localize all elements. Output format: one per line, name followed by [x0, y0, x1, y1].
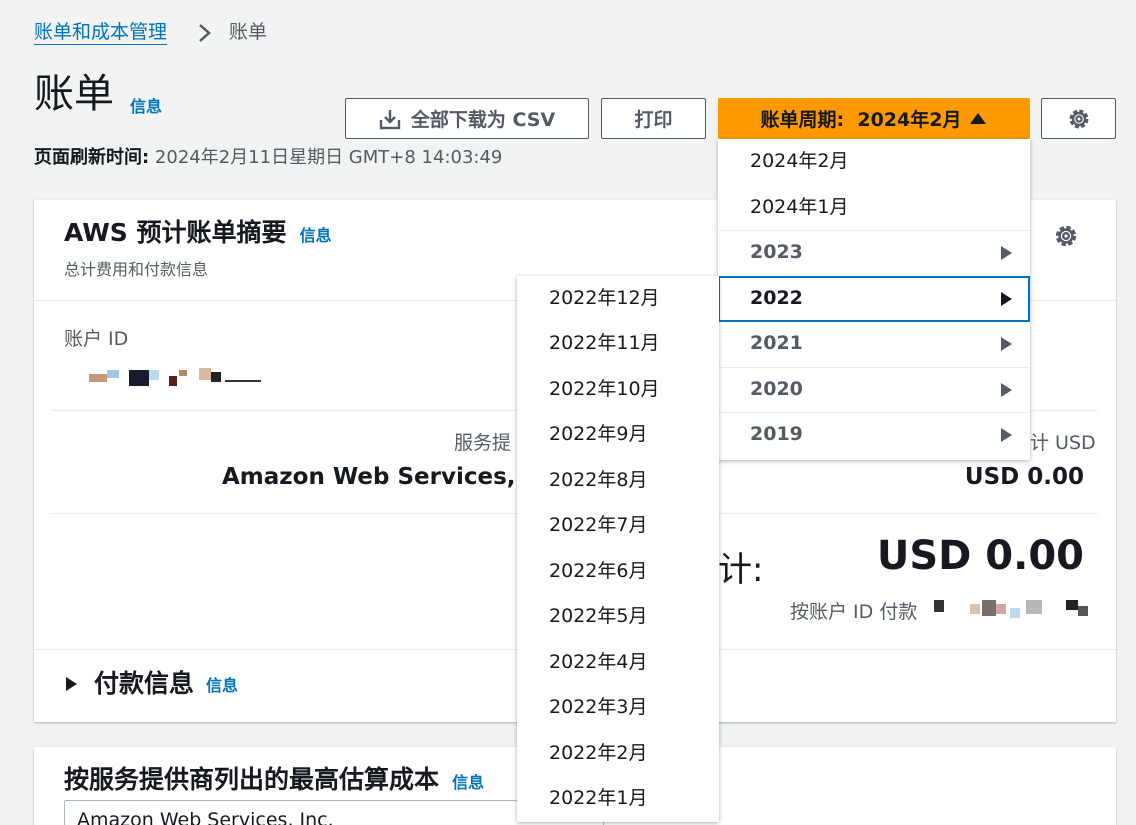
account-id-redacted [89, 368, 269, 390]
submenu-arrow-icon [1001, 428, 1012, 442]
menu-item-month[interactable]: 2024年1月 [718, 194, 1030, 220]
payment-info-title: 付款信息 [94, 669, 195, 698]
caret-up-icon [970, 112, 987, 124]
caret-right-icon [66, 677, 77, 691]
submenu-arrow-icon [1001, 383, 1012, 397]
print-label: 打印 [634, 109, 673, 131]
year-label: 2019 [750, 423, 803, 445]
menu-item-year[interactable]: 2019 [718, 421, 1030, 447]
total-colon: 计: [718, 550, 764, 590]
download-csv-label: 全部下载为 CSV [410, 109, 556, 131]
breadcrumb-parent-link[interactable]: 账单和成本管理 [34, 20, 168, 45]
submenu-item-month[interactable]: 2022年2月 [549, 740, 647, 766]
payment-info-link[interactable]: 信息 [206, 672, 238, 696]
print-button[interactable]: 打印 [601, 98, 706, 139]
submenu-arrow-icon [1001, 246, 1012, 260]
gear-icon[interactable] [1052, 222, 1080, 250]
submenu-item-month[interactable]: 2022年11月 [549, 330, 660, 356]
submenu-item-month[interactable]: 2022年3月 [549, 694, 647, 720]
refresh-label: 页面刷新时间: [34, 147, 150, 168]
pay-by-account-label: 按账户 ID 付款 [790, 601, 918, 623]
billing-period-dropdown[interactable]: 账单周期: 2024年2月 [718, 98, 1030, 139]
menu-item-year[interactable]: 2021 [718, 330, 1030, 356]
chevron-right-icon [199, 24, 211, 42]
summary-subtitle: 总计费用和付款信息 [64, 260, 209, 279]
menu-divider [718, 367, 1030, 368]
title-info-link[interactable]: 信息 [130, 93, 162, 117]
summary-title-row: AWS 预计账单摘要 信息 [64, 217, 332, 249]
submenu-arrow-icon [1001, 292, 1012, 306]
submenu-item-month[interactable]: 2022年4月 [549, 649, 647, 675]
submenu-item-month[interactable]: 2022年6月 [549, 558, 647, 584]
year-label: 2022 [750, 287, 803, 309]
year-2022-submenu: 2022年12月 2022年11月 2022年10月 2022年9月 2022年… [517, 276, 719, 822]
menu-item-year[interactable]: 2020 [718, 376, 1030, 402]
summary-title: AWS 预计账单摘要 [64, 218, 287, 247]
top-services-title: 按服务提供商列出的最高估算成本 [64, 765, 440, 794]
pay-by-account-redacted [934, 600, 1094, 620]
summary-info-link[interactable]: 信息 [300, 226, 332, 245]
payment-info-toggle[interactable]: 付款信息 信息 [64, 668, 238, 700]
provider-amount: USD 0.00 [964, 464, 1084, 490]
menu-item-month[interactable]: 2024年2月 [718, 148, 1030, 174]
top-services-info-link[interactable]: 信息 [452, 773, 484, 792]
refresh-value: 2024年2月11日星期日 GMT+8 14:03:49 [149, 147, 503, 168]
breadcrumb-current: 账单 [229, 21, 268, 43]
top-services-title-row: 按服务提供商列出的最高估算成本 信息 [64, 764, 484, 796]
year-label: 2021 [750, 332, 803, 354]
year-label: 2020 [750, 378, 803, 400]
submenu-item-month[interactable]: 2022年10月 [549, 376, 660, 402]
billing-period-label: 账单周期: 2024年2月 [760, 109, 962, 131]
menu-divider [718, 230, 1030, 231]
submenu-item-month[interactable]: 2022年5月 [549, 603, 647, 629]
download-icon [379, 109, 401, 129]
total-amount: USD 0.00 [876, 533, 1084, 579]
gear-icon [1069, 109, 1088, 128]
menu-item-year-selected[interactable]: 2022 [718, 285, 1030, 311]
menu-divider [718, 412, 1030, 413]
page-title: 账单 [34, 71, 114, 117]
download-csv-button[interactable]: 全部下载为 CSV [345, 98, 589, 139]
menu-item-year[interactable]: 2023 [718, 239, 1030, 265]
account-id-label: 账户 ID [64, 328, 129, 350]
amount-label: 计 USD [1030, 432, 1096, 454]
submenu-item-month[interactable]: 2022年8月 [549, 467, 647, 493]
provider-label: 服务提 [454, 432, 512, 454]
preferences-button[interactable] [1041, 98, 1116, 139]
billing-period-menu: 2024年2月 2024年1月 2023 2022 2021 2020 2019 [718, 139, 1030, 460]
submenu-item-month[interactable]: 2022年1月 [549, 785, 647, 811]
year-label: 2023 [750, 241, 803, 263]
submenu-item-month[interactable]: 2022年9月 [549, 421, 647, 447]
refresh-time: 页面刷新时间: 2024年2月11日星期日 GMT+8 14:03:49 [34, 146, 502, 170]
submenu-arrow-icon [1001, 337, 1012, 351]
submenu-item-month[interactable]: 2022年12月 [549, 285, 660, 311]
provider-name: Amazon Web Services, [222, 464, 516, 490]
submenu-item-month[interactable]: 2022年7月 [549, 512, 647, 538]
